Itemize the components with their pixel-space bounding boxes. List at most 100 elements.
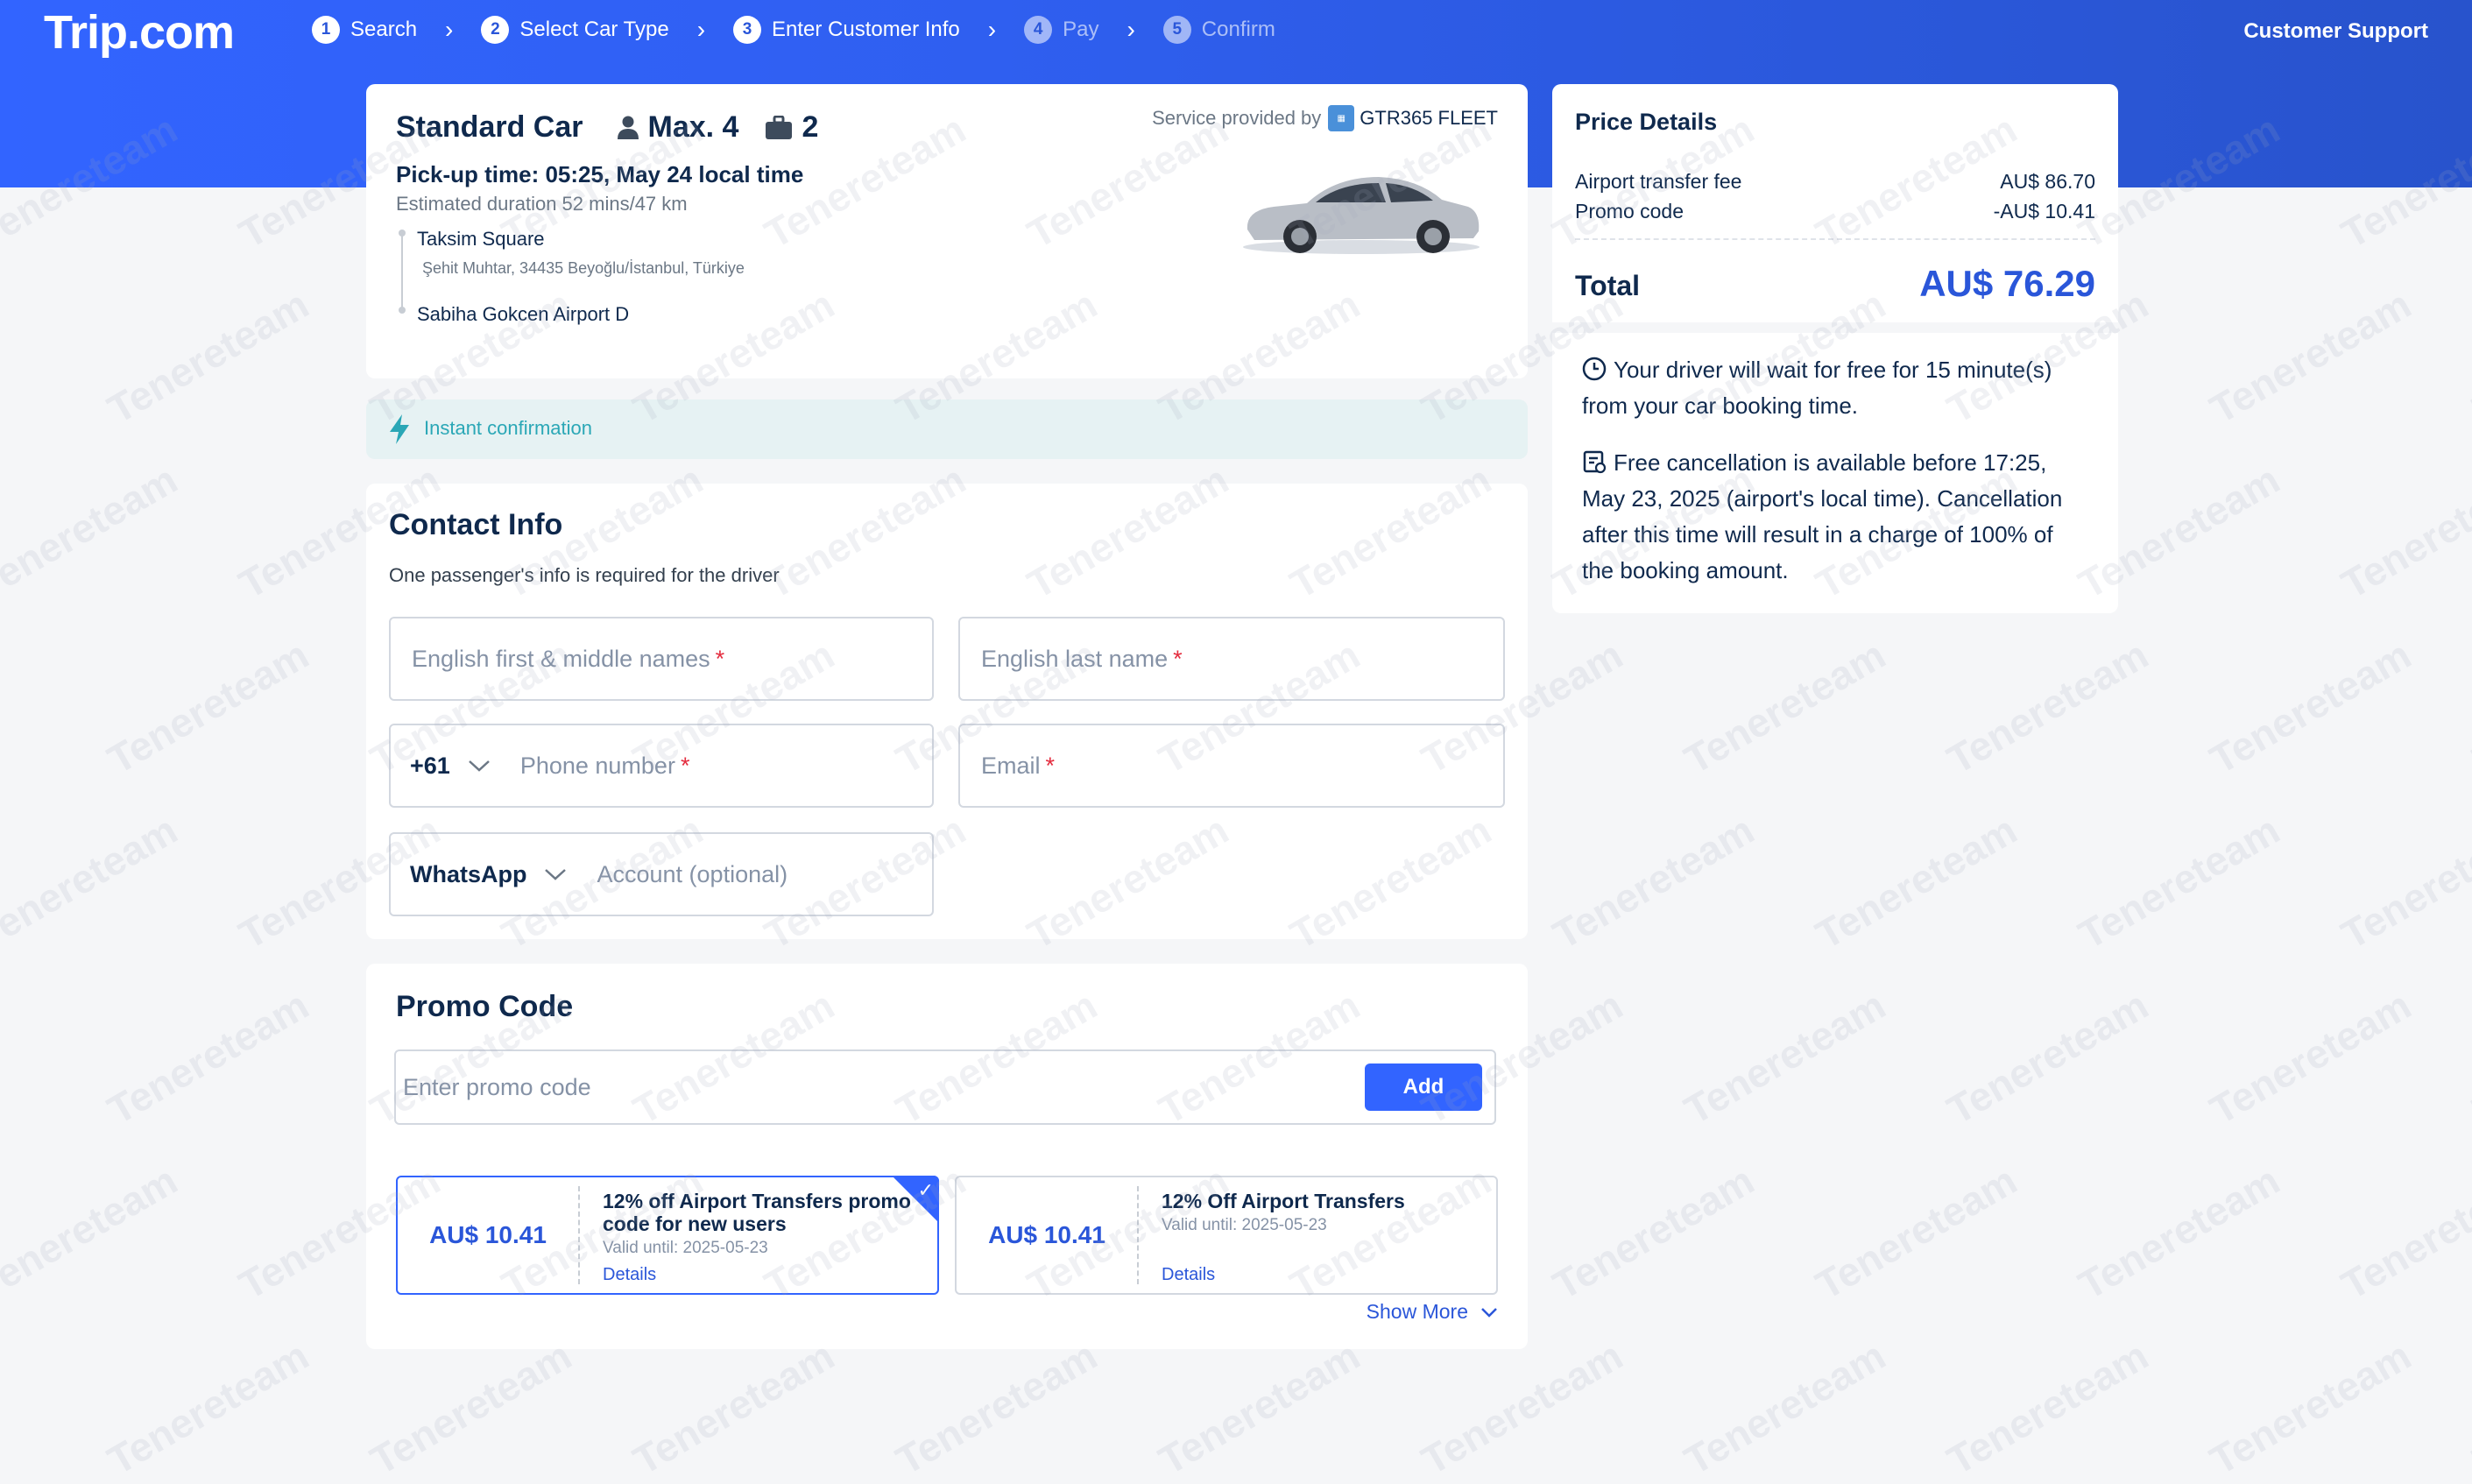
promo-code-input[interactable]: Enter promo code Add	[394, 1049, 1496, 1125]
coupon-card[interactable]: AU$ 10.41 12% off Airport Transfers prom…	[396, 1176, 939, 1295]
price-line-label: Airport transfer fee	[1575, 170, 1742, 193]
step-search[interactable]: 1 Search	[312, 16, 417, 44]
step-label: Pay	[1063, 18, 1099, 41]
watermark-text: Tenereteam	[1939, 981, 2156, 1134]
car-image	[1243, 177, 1480, 254]
chevron-right-icon: ›	[445, 16, 454, 43]
booking-steps: 1 Search › 2 Select Car Type › 3 Enter C…	[312, 14, 1275, 46]
watermark-text: Tenereteam	[2465, 280, 2472, 433]
provider-label: Service provided by	[1152, 107, 1322, 129]
price-line: Promo code -AU$ 10.41	[1575, 200, 2095, 223]
clock-icon	[1582, 357, 1607, 381]
provider-name: GTR365 FLEET	[1360, 107, 1498, 129]
watermark-text: Tenereteam	[0, 456, 185, 608]
car-title: Standard Car Max. 4 2	[396, 110, 818, 145]
price-line-label: Promo code	[1575, 200, 1684, 223]
required-mark: *	[680, 752, 690, 779]
watermark-text: Tenereteam	[1545, 806, 1762, 958]
watermark-text: Tenereteam	[2465, 631, 2472, 783]
watermark-text: Tenereteam	[0, 806, 185, 958]
step-label: Select Car Type	[519, 18, 669, 41]
watermark-text: Tenereteam	[1808, 1156, 2024, 1309]
price-line-value: -AU$ 10.41	[1993, 200, 2095, 223]
cancellation-policy-icon	[1583, 450, 1607, 474]
chevron-right-icon: ›	[696, 16, 706, 43]
account-input[interactable]: Account (optional)	[567, 861, 788, 888]
watermark-text: Tenereteam	[100, 631, 316, 783]
show-more-button[interactable]: Show More	[1367, 1300, 1498, 1324]
check-icon: ✓	[917, 1179, 934, 1201]
instant-confirmation-banner: Instant confirmation	[366, 399, 1528, 459]
step-number: 3	[733, 16, 762, 44]
route-line	[401, 233, 403, 310]
coupon-title: 12% Off Airport Transfers	[1162, 1190, 1405, 1212]
promo-code-title: Promo Code	[396, 990, 574, 1023]
last-name-input[interactable]: English last name *	[958, 617, 1505, 701]
watermark-text: Tenereteam	[1677, 1332, 1893, 1484]
watermark-text: Tenereteam	[100, 981, 316, 1134]
first-name-placeholder: English first & middle names	[412, 645, 710, 672]
watermark-text: Tenereteam	[100, 280, 316, 433]
coupon-details-link[interactable]: Details	[1162, 1265, 1215, 1285]
watermark-text: Tenereteam	[2071, 1156, 2287, 1309]
phone-field: +61 Phone number *	[389, 724, 934, 808]
price-details-title: Price Details	[1575, 109, 1718, 135]
price-details-card: Price Details Airport transfer fee AU$ 8…	[1552, 84, 2118, 613]
watermark-text: Tenereteam	[1677, 981, 1893, 1134]
coupon-details-link[interactable]: Details	[603, 1265, 656, 1285]
watermark-text: Tenereteam	[1414, 1332, 1630, 1484]
watermark-text: Tenereteam	[1939, 631, 2156, 783]
watermark-text: Tenereteam	[888, 1332, 1105, 1484]
watermark-text: Tenereteam	[2202, 631, 2419, 783]
step-number: 4	[1024, 16, 1053, 44]
step-number: 1	[312, 16, 340, 44]
coupon-title: 12% off Airport Transfers promo code for…	[603, 1190, 911, 1235]
step-label: Enter Customer Info	[772, 18, 960, 41]
service-provider: Service provided by ▦ GTR365 FLEET	[1152, 105, 1498, 131]
watermark-text: Tenereteam	[1677, 631, 1893, 783]
coupon-validity: Valid until: 2025-05-23	[603, 1239, 768, 1257]
coupon-divider	[1137, 1186, 1139, 1284]
section-separator	[1552, 322, 2118, 333]
email-input[interactable]: Email *	[958, 724, 1505, 808]
trip-logo[interactable]: Trip.com	[44, 5, 235, 60]
coupon-amount: AU$ 10.41	[988, 1221, 1105, 1248]
chevron-right-icon: ›	[987, 16, 997, 43]
required-mark: *	[715, 645, 725, 672]
passenger-count: Max. 4	[647, 110, 739, 144]
person-icon	[617, 116, 639, 139]
messenger-value: WhatsApp	[410, 860, 527, 887]
luggage-count: 2	[802, 110, 819, 144]
price-divider	[1575, 238, 2095, 240]
step-number: 5	[1162, 16, 1191, 44]
dropoff-location: Sabiha Gokcen Airport D	[417, 303, 630, 325]
required-mark: *	[1045, 752, 1056, 779]
coupon-amount: AU$ 10.41	[429, 1221, 547, 1248]
route-start-dot	[399, 230, 406, 237]
step-confirm: 5 Confirm	[1162, 16, 1275, 44]
instant-confirmation-label: Instant confirmation	[424, 417, 592, 439]
watermark-text: Tenereteam	[2071, 806, 2287, 958]
required-mark: *	[1173, 645, 1183, 672]
add-promo-button[interactable]: Add	[1365, 1064, 1482, 1111]
chevron-right-icon: ›	[1127, 16, 1135, 43]
watermark-text: Tenereteam	[1545, 1156, 1762, 1309]
phone-number-input[interactable]: Phone number *	[491, 753, 690, 780]
messenger-select[interactable]: WhatsApp	[391, 861, 567, 888]
step-pay: 4 Pay	[1024, 16, 1098, 44]
watermark-text: Tenereteam	[363, 1332, 579, 1484]
chevron-down-icon	[545, 869, 567, 880]
step-select-car-type[interactable]: 2 Select Car Type	[481, 16, 669, 44]
price-line-value: AU$ 86.70	[2000, 170, 2095, 193]
country-code-select[interactable]: +61	[391, 753, 491, 780]
watermark-text: Tenereteam	[2202, 280, 2419, 433]
coupon-card[interactable]: AU$ 10.41 12% Off Airport Transfers Vali…	[955, 1176, 1498, 1295]
step-enter-customer-info: 3 Enter Customer Info	[733, 16, 960, 44]
coupon-validity: Valid until: 2025-05-23	[1162, 1216, 1327, 1234]
customer-support-link[interactable]: Customer Support	[2243, 19, 2428, 44]
watermark-text: Tenereteam	[1939, 1332, 2156, 1484]
last-name-placeholder: English last name	[981, 645, 1169, 672]
pickup-address: Şehit Muhtar, 34435 Beyoğlu/İstanbul, Tü…	[422, 259, 745, 277]
first-name-input[interactable]: English first & middle names *	[389, 617, 934, 701]
watermark-text: Tenereteam	[100, 1332, 316, 1484]
